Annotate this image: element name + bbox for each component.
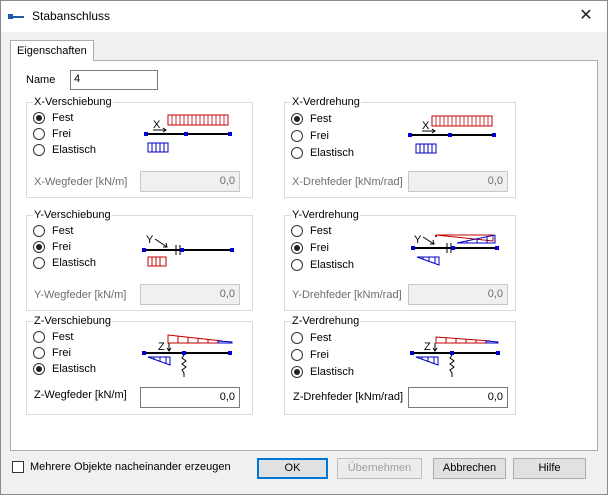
z-spring-label: Z-Wegfeder [kN/m] [34,389,127,401]
radio-y-rot-fest[interactable] [291,225,303,237]
help-button[interactable]: Hilfe [513,458,586,479]
z-shift-diagram-icon: Z [142,334,233,377]
radio-x-rot-elastisch[interactable] [291,147,303,159]
ok-button[interactable]: OK [257,458,328,479]
name-input[interactable]: 4 [70,70,158,90]
y-spring-label: Y-Wegfeder [kN/m] [34,289,127,301]
x-spring-label: X-Wegfeder [kN/m] [34,176,128,188]
radio-label: Elastisch [52,144,97,156]
radio-label: Elastisch [310,147,355,159]
axis-label: X [153,119,161,131]
radio-label: Fest [52,225,74,237]
radio-x-shift-elastisch[interactable] [33,144,45,156]
window-title: Stabanschluss [32,9,111,23]
group-title: X-Verdrehung [291,96,361,108]
radio-z-shift-fest[interactable] [33,331,45,343]
dialog-window: Stabanschluss ✕ Eigenschaften Name 4 X-V… [0,0,608,495]
group-title: Y-Verdrehung [291,209,360,221]
z-spring-field[interactable]: 0,0 [140,387,240,408]
radio-z-shift-elastisch[interactable] [33,363,45,375]
close-icon[interactable]: ✕ [575,5,597,27]
radio-y-shift-fest[interactable] [33,225,45,237]
radio-label: Fest [310,113,332,125]
radio-label: Elastisch [52,363,97,375]
radio-label: Fest [52,331,74,343]
radio-label: Elastisch [310,259,355,271]
radio-label: Frei [310,242,329,254]
radio-label: Frei [310,130,329,142]
axis-label: Z [424,341,431,353]
tab-eigenschaften[interactable]: Eigenschaften [10,40,94,61]
radio-z-rot-frei[interactable] [291,349,303,361]
radio-z-rot-fest[interactable] [291,332,303,344]
radio-x-shift-fest[interactable] [33,112,45,124]
group-title: Y-Verschiebung [33,209,112,221]
x-shift-diagram-icon: X [144,114,232,153]
x-rot-spring-label: X-Drehfeder [kNm/rad] [292,176,403,188]
axis-label: Y [146,234,154,246]
radio-label: Fest [52,112,74,124]
radio-y-shift-frei[interactable] [33,241,45,253]
group-title: Z-Verdrehung [291,315,361,327]
y-shift-diagram-icon: Y [142,234,234,267]
z-rot-spring-field[interactable]: 0,0 [408,387,508,408]
radio-x-rot-frei[interactable] [291,130,303,142]
x-rot-spring-field[interactable]: 0,0 [408,171,508,192]
group-title: Z-Verschiebung [33,315,113,327]
axis-label: Y [414,234,422,246]
radio-label: Elastisch [310,366,355,378]
group-title: X-Verschiebung [33,96,113,108]
multi-create-label: Mehrere Objekte nacheinander erzeugen [30,461,231,473]
radio-label: Frei [52,241,71,253]
x-rot-diagram-icon: X [408,115,496,154]
multi-create-checkbox[interactable] [12,461,24,473]
x-spring-field[interactable]: 0,0 [140,171,240,192]
radio-label: Elastisch [52,257,97,269]
name-label: Name [26,74,56,86]
radio-y-shift-elastisch[interactable] [33,257,45,269]
y-rot-diagram-icon: Y [411,234,499,266]
apply-button[interactable]: Übernehmen [337,458,422,479]
radio-label: Frei [52,347,71,359]
axis-label: Z [158,341,165,353]
radio-z-shift-frei[interactable] [33,347,45,359]
axis-label: X [422,120,430,132]
radio-x-rot-fest[interactable] [291,113,303,125]
radio-label: Fest [310,332,332,344]
radio-label: Frei [52,128,71,140]
radio-z-rot-elastisch[interactable] [291,366,303,378]
z-rot-diagram-icon: Z [410,336,500,377]
y-spring-field[interactable]: 0,0 [140,284,240,305]
radio-x-shift-frei[interactable] [33,128,45,140]
cancel-button[interactable]: Abbrechen [433,458,506,479]
title-bar: Stabanschluss ✕ [1,1,607,32]
radio-label: Fest [310,225,332,237]
y-rot-spring-label: Y-Drehfeder [kNm/rad] [292,289,402,301]
radio-label: Frei [310,349,329,361]
y-rot-spring-field[interactable]: 0,0 [408,284,508,305]
radio-y-rot-elastisch[interactable] [291,259,303,271]
z-rot-spring-label: Z-Drehfeder [kNm/rad] [293,391,404,403]
app-icon [8,14,24,19]
radio-y-rot-frei[interactable] [291,242,303,254]
